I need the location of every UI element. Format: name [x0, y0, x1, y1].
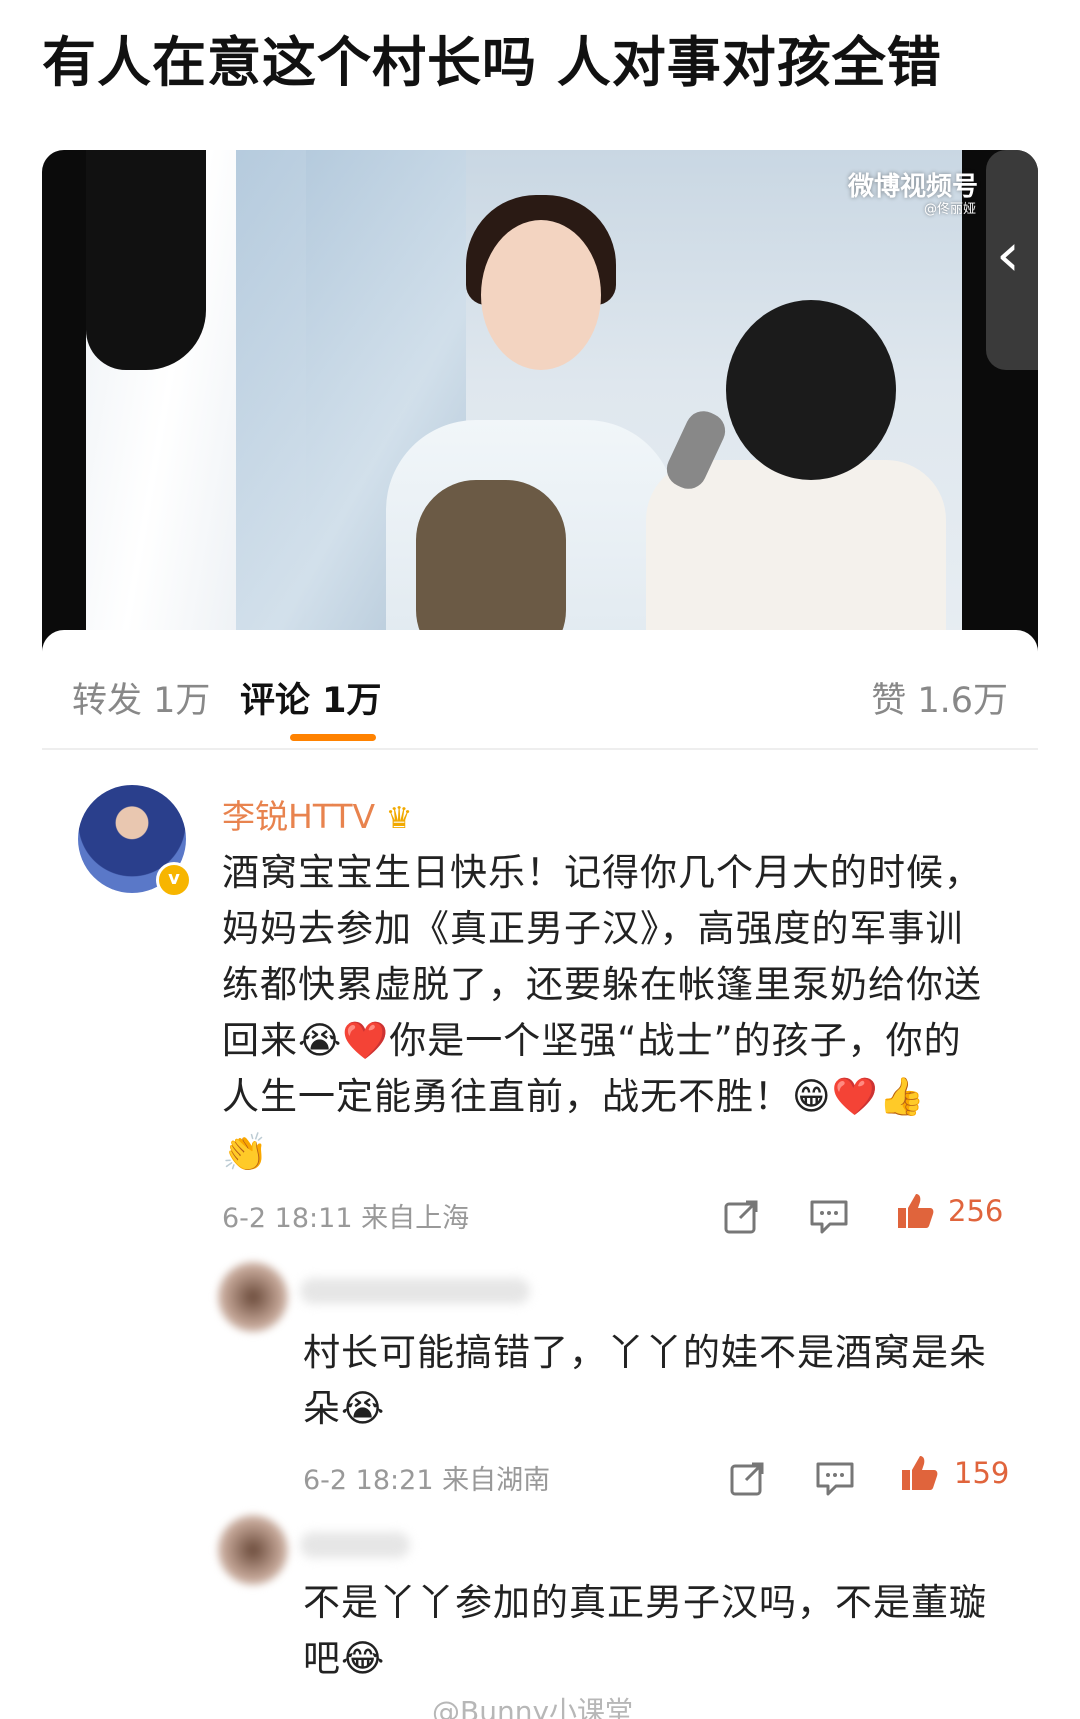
like-icon[interactable] — [898, 1452, 940, 1494]
reply-line: 吧😂 — [303, 1637, 386, 1680]
comment-meta: 6-2 18:11 来自上海 — [222, 1196, 469, 1235]
blurred-username — [300, 1532, 410, 1558]
comment-text: 酒窝宝宝生日快乐！记得你几个月大的时候， 妈妈去参加《真正男子汉》，高强度的军事… — [222, 845, 1022, 1181]
crown-icon: ♛ — [385, 801, 413, 836]
avatar[interactable] — [218, 1262, 288, 1332]
comment-time: 6-2 18:11 — [222, 1203, 353, 1234]
reply-text: 村长可能搞错了，丫丫的娃不是酒窝是朵 朵😭 — [303, 1325, 1023, 1437]
comment-line: 妈妈去参加《真正男子汉》，高强度的军事训 — [222, 907, 964, 950]
reply-time: 6-2 18:21 — [303, 1465, 434, 1496]
like-count: 256 — [948, 1194, 1004, 1228]
like-count: 159 — [954, 1456, 1010, 1490]
like-icon[interactable] — [894, 1190, 936, 1232]
reply-icon[interactable] — [814, 1458, 856, 1498]
video-player[interactable]: 微博视频号 @佟丽娅 ‹ — [42, 150, 1038, 670]
watermark: @Bunny小课堂 — [432, 1695, 634, 1719]
reply-line: 不是丫丫参加的真正男子汉吗，不是董璇 — [303, 1581, 987, 1624]
verified-badge-icon: v — [156, 862, 192, 898]
reply-meta: 6-2 18:21 来自湖南 — [303, 1458, 550, 1497]
comment-line: 酒窝宝宝生日快乐！记得你几个月大的时候， — [222, 851, 982, 894]
scene-boy-head — [726, 300, 896, 480]
comment-line: 练都快累虚脱了，还要躲在帐篷里泵奶给你送 — [222, 963, 982, 1006]
scene-girl-face — [481, 220, 601, 370]
comment-author-name: 李锐HTTV — [222, 797, 376, 836]
comment-location: 来自上海 — [361, 1203, 470, 1234]
comment-tabs: 转发 1万 评论 1万 赞 1.6万 — [42, 630, 1038, 750]
watermark-author: @佟丽娅 — [923, 202, 976, 217]
reply-text: 不是丫丫参加的真正男子汉吗，不是董璇 吧😂 — [303, 1575, 1023, 1687]
share-icon[interactable] — [728, 1458, 768, 1498]
reply-location: 来自湖南 — [442, 1465, 551, 1496]
tab-comments[interactable]: 评论 1万 — [240, 672, 382, 723]
comment-author[interactable]: 李锐HTTV ♛ — [222, 790, 413, 838]
avatar[interactable] — [218, 1515, 288, 1585]
comment-line: 人生一定能勇往直前，战无不胜！😁❤️👍 — [222, 1075, 926, 1118]
reply-icon[interactable] — [808, 1196, 850, 1236]
chevron-left-icon: ‹ — [996, 220, 1020, 290]
share-icon[interactable] — [722, 1196, 762, 1236]
comment-line: 👏 — [222, 1131, 270, 1174]
reply-line: 村长可能搞错了，丫丫的娃不是酒窝是朵 — [303, 1331, 987, 1374]
reply-line: 朵😭 — [303, 1387, 386, 1430]
comment-line: 回来😭❤️你是一个坚强“战士”的孩子，你的 — [222, 1019, 962, 1062]
active-tab-indicator — [290, 734, 376, 741]
blurred-username — [300, 1278, 530, 1304]
video-frame — [86, 150, 962, 670]
tab-repost[interactable]: 转发 1万 — [72, 672, 210, 723]
collapse-tab[interactable]: ‹ — [986, 150, 1038, 370]
page-title: 有人在意这个村长吗 人对事对孩全错 — [42, 31, 942, 94]
tab-likes[interactable]: 赞 1.6万 — [871, 672, 1008, 723]
scene-person-left — [86, 150, 206, 370]
page: 有人在意这个村长吗 人对事对孩全错 微博视频号 @佟丽娅 ‹ 转发 1万 评论 … — [0, 0, 1080, 1719]
